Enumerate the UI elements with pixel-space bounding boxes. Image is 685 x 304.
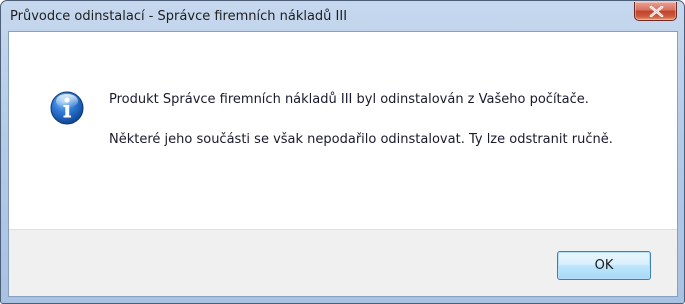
close-icon (649, 6, 664, 17)
button-bar: OK (9, 229, 677, 296)
ok-button[interactable]: OK (557, 251, 651, 280)
title-bar[interactable]: Průvodce odinstalací - Správce firemních… (1, 1, 684, 31)
window-title: Průvodce odinstalací - Správce firemních… (10, 9, 348, 24)
dialog-client-area: Produkt Správce firemních nákladů III by… (8, 31, 678, 297)
dialog-window: Průvodce odinstalací - Správce firemních… (0, 0, 685, 304)
message-paragraph-1: Produkt Správce firemních nákladů III by… (109, 92, 589, 107)
message-paragraph-2: Některé jeho součásti se však nepodařilo… (109, 132, 613, 147)
message-area: Produkt Správce firemních nákladů III by… (9, 32, 677, 229)
info-icon (50, 91, 84, 125)
message-text: Produkt Správce firemních nákladů III by… (109, 90, 649, 170)
close-button[interactable] (634, 2, 677, 21)
